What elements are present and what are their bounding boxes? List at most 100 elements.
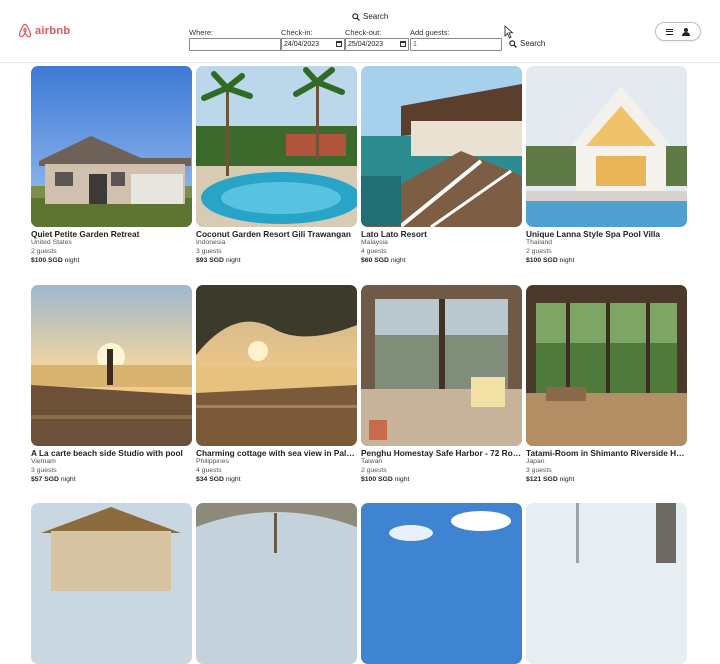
logo-text: airbnb bbox=[35, 24, 71, 37]
checkout-date-input[interactable]: 25/04/2023 bbox=[345, 38, 409, 51]
listing-photo[interactable] bbox=[361, 66, 522, 227]
listing-country: Japan bbox=[526, 458, 545, 465]
listing-price-amount: $34 SGD bbox=[196, 475, 224, 483]
listing-title[interactable]: Tatami-Room in Shimanto Riverside House bbox=[526, 448, 687, 458]
listing-photo[interactable] bbox=[526, 66, 687, 227]
listing-card[interactable]: Charming cottage with sea view in Palawa… bbox=[196, 285, 357, 484]
tatami-room-photo bbox=[526, 285, 687, 446]
listing-title[interactable]: Unique Lanna Style Spa Pool Villa bbox=[526, 229, 687, 239]
listing-guests: 3 guests bbox=[526, 466, 552, 474]
listing-price: $60 SGD night bbox=[361, 257, 522, 266]
listing-card[interactable]: A La carte beach side Studio with pool V… bbox=[31, 285, 192, 484]
listing-card[interactable] bbox=[31, 503, 192, 664]
listing-title[interactable]: A La carte beach side Studio with pool bbox=[31, 448, 192, 458]
listing-photo[interactable] bbox=[361, 503, 522, 664]
checkout-field-group: Check-out: 25/04/2023 bbox=[345, 28, 409, 51]
checkin-field-group: Check-in: 24/04/2023 bbox=[281, 28, 345, 51]
listing-guests: 4 guests bbox=[361, 247, 387, 255]
checkin-date-input[interactable]: 24/04/2023 bbox=[281, 38, 345, 51]
guests-field-group: Add guests: 1 bbox=[410, 28, 502, 51]
user-avatar-icon bbox=[682, 27, 690, 36]
listing-country: United States bbox=[31, 239, 72, 246]
listing-photo[interactable] bbox=[31, 503, 192, 664]
top-search-link[interactable]: Search bbox=[352, 12, 388, 21]
listing-price-amount: $100 SGD bbox=[31, 256, 63, 264]
listing-card[interactable] bbox=[196, 503, 357, 664]
listing-guests: 3 guests bbox=[196, 247, 222, 255]
listing-price: $100 SGD night bbox=[361, 476, 522, 485]
listing-card[interactable]: Lato Lato Resort Malaysia 4 guests $60 S… bbox=[361, 66, 522, 265]
checkout-label: Check-out: bbox=[345, 28, 382, 37]
listing-title[interactable]: Lato Lato Resort bbox=[361, 229, 522, 239]
where-input[interactable] bbox=[189, 38, 281, 51]
checkin-value: 24/04/2023 bbox=[284, 41, 320, 48]
listing-card[interactable]: Coconut Garden Resort Gili Trawangan Ind… bbox=[196, 66, 357, 265]
listing-guests: 3 guests bbox=[31, 466, 57, 474]
listing-photo[interactable] bbox=[526, 285, 687, 446]
search-icon bbox=[352, 12, 360, 21]
listing-price-unit: night bbox=[394, 475, 410, 483]
listing-country: Indonesia bbox=[196, 239, 226, 246]
calendar-icon[interactable] bbox=[336, 41, 342, 47]
blue-sky-photo bbox=[361, 503, 522, 664]
house-photo bbox=[31, 66, 192, 227]
listing-guests: 2 guests bbox=[361, 466, 387, 474]
listing-price-unit: night bbox=[559, 256, 575, 264]
mouse-cursor-icon bbox=[504, 25, 514, 39]
listing-photo[interactable] bbox=[196, 285, 357, 446]
listing-price-unit: night bbox=[225, 256, 241, 264]
listing-price-amount: $100 SGD bbox=[361, 475, 393, 483]
listing-country: Vietnam bbox=[31, 458, 56, 465]
airbnb-logo[interactable]: airbnb bbox=[18, 23, 70, 38]
listing-card[interactable]: Tatami-Room in Shimanto Riverside House … bbox=[526, 285, 687, 484]
search-button[interactable]: Search bbox=[509, 39, 545, 48]
listing-photo[interactable] bbox=[361, 285, 522, 446]
search-icon bbox=[509, 39, 517, 48]
search-button-label: Search bbox=[520, 39, 546, 48]
checkin-label: Check-in: bbox=[281, 28, 313, 37]
listing-card[interactable] bbox=[361, 503, 522, 664]
listing-photo[interactable] bbox=[31, 66, 192, 227]
listing-price-amount: $100 SGD bbox=[526, 256, 558, 264]
listing-photo[interactable] bbox=[196, 503, 357, 664]
listing-price-unit: night bbox=[390, 256, 406, 264]
airbnb-logo-icon bbox=[18, 23, 32, 38]
listing-price-unit: night bbox=[64, 256, 80, 264]
lanna-villa-photo bbox=[526, 66, 687, 227]
thatched-hut-photo bbox=[31, 503, 192, 664]
listing-photo[interactable] bbox=[31, 285, 192, 446]
listing-card[interactable]: Unique Lanna Style Spa Pool Villa Thaila… bbox=[526, 66, 687, 265]
listing-title[interactable]: Charming cottage with sea view in Palawa… bbox=[196, 448, 357, 458]
listing-photo[interactable] bbox=[196, 66, 357, 227]
listing-card[interactable]: Penghu Homestay Safe Harbor - 72 Room Ta… bbox=[361, 285, 522, 484]
listing-title[interactable]: Penghu Homestay Safe Harbor - 72 Room bbox=[361, 448, 522, 458]
listing-guests: 2 guests bbox=[526, 247, 552, 255]
listing-title[interactable]: Quiet Petite Garden Retreat bbox=[31, 229, 192, 239]
water-villa-photo bbox=[361, 66, 522, 227]
guests-input[interactable]: 1 bbox=[410, 38, 502, 51]
listing-title[interactable]: Coconut Garden Resort Gili Trawangan bbox=[196, 229, 357, 239]
sunset-yoga-photo bbox=[31, 285, 192, 446]
listing-price-amount: $121 SGD bbox=[526, 475, 558, 483]
listing-price: $93 SGD night bbox=[196, 257, 357, 266]
window-seat-photo bbox=[361, 285, 522, 446]
listing-price-unit: night bbox=[559, 475, 575, 483]
listing-price: $100 SGD night bbox=[31, 257, 192, 266]
listing-card[interactable]: Quiet Petite Garden Retreat United State… bbox=[31, 66, 192, 265]
listing-photo[interactable] bbox=[526, 503, 687, 664]
sea-view-cottage-photo bbox=[196, 285, 357, 446]
where-field-group: Where: bbox=[189, 28, 281, 51]
user-menu-button[interactable] bbox=[655, 22, 701, 41]
top-search-label: Search bbox=[363, 12, 389, 21]
listing-price-unit: night bbox=[60, 475, 76, 483]
listing-country: Thailand bbox=[526, 239, 553, 246]
listing-guests: 2 guests bbox=[31, 247, 57, 255]
listing-country: Malaysia bbox=[361, 239, 388, 246]
top-navbar: airbnb Search Where: Check-in: 24/04/202… bbox=[0, 0, 720, 63]
listing-price-amount: $60 SGD bbox=[361, 256, 389, 264]
listing-card[interactable] bbox=[526, 503, 687, 664]
hamburger-menu-icon bbox=[666, 28, 673, 35]
calendar-icon[interactable] bbox=[400, 41, 406, 47]
listing-country: Philippines bbox=[196, 458, 229, 465]
bright-interior-photo bbox=[526, 503, 687, 664]
